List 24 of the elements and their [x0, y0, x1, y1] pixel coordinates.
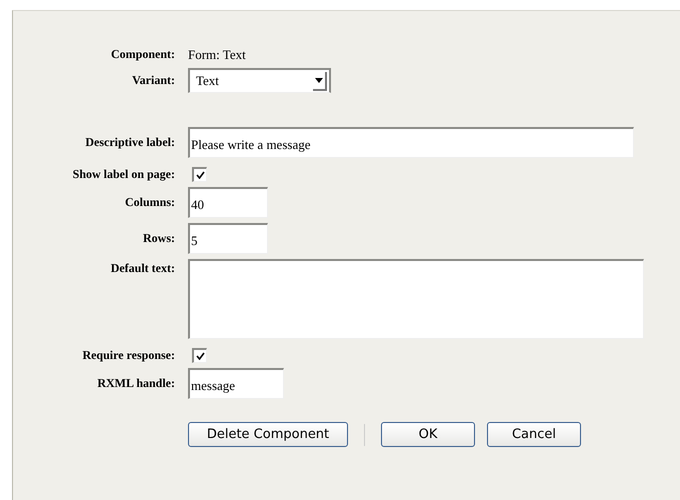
checkbox[interactable] — [192, 348, 207, 363]
dialog-button[interactable]: OK — [381, 422, 475, 447]
variant-dropdown[interactable]: Text — [188, 68, 331, 93]
checkbox[interactable] — [192, 167, 207, 182]
text-field[interactable]: Please write a message — [188, 127, 634, 158]
field-label: Require response: — [81, 347, 175, 363]
text-area[interactable] — [188, 259, 644, 339]
caret-icon — [313, 72, 327, 90]
field-label: Variant: — [131, 72, 175, 88]
text-field[interactable]: 40 — [188, 187, 268, 218]
field-label: RXML handle: — [96, 375, 175, 391]
field-label: Rows: — [142, 230, 175, 246]
text-field[interactable]: message — [188, 368, 284, 399]
field-label: Default text: — [110, 260, 175, 276]
text-field[interactable]: 5 — [188, 223, 268, 254]
checkmark-icon — [196, 171, 204, 179]
field-label: Descriptive label: — [84, 134, 175, 150]
field-label: Columns: — [124, 194, 175, 210]
field-label: Show label on page: — [72, 166, 175, 182]
checkmark-icon — [196, 352, 204, 360]
component-value: Form: Text — [188, 46, 247, 63]
delete-button[interactable]: Delete Component — [188, 422, 348, 447]
dialog-button[interactable]: Cancel — [487, 422, 581, 447]
field-label: Component: — [110, 46, 175, 62]
